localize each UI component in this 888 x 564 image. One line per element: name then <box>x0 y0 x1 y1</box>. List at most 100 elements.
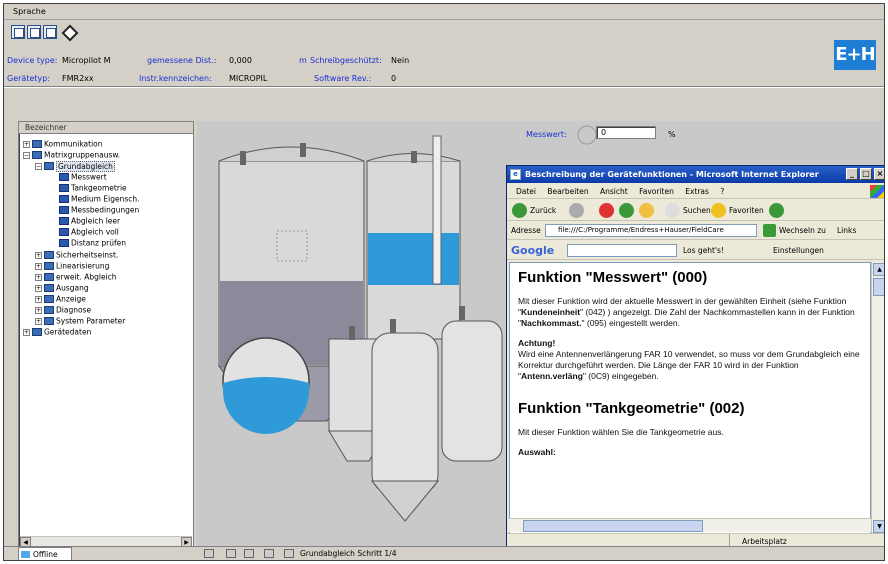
favorites-star-icon[interactable] <box>711 203 726 218</box>
menu-ansicht[interactable]: Ansicht <box>600 187 628 196</box>
search-icon[interactable] <box>665 203 680 218</box>
tree-item-erweit-abgleich[interactable]: + erweit. Abgleich <box>35 271 117 282</box>
diamond-icon[interactable] <box>61 25 75 39</box>
tree-item-medium-eigensch[interactable]: Medium Eigensch. <box>59 193 140 204</box>
folder-icon <box>44 162 54 170</box>
google-toolbar: Google Los geht's! Einstellungen <box>507 241 884 260</box>
minimize-icon[interactable]: _ <box>846 168 858 180</box>
messwert-field[interactable]: 0 <box>596 126 656 139</box>
go-button[interactable]: Wechseln zu <box>779 226 826 235</box>
tank-small-1-radar <box>349 326 355 340</box>
menu-help[interactable]: ? <box>720 187 724 196</box>
expand-icon[interactable]: + <box>35 284 42 292</box>
links-button[interactable]: Links <box>837 226 856 235</box>
forward-arrow-icon[interactable] <box>569 203 584 218</box>
tree-item-distanz-pruefen[interactable]: Distanz prüfen <box>59 237 126 248</box>
list-view-icon[interactable] <box>43 25 57 39</box>
messwert-unit: % <box>668 130 676 139</box>
device-kind-value: FMR2xx <box>62 74 94 83</box>
help-paragraph-4: Auswahl: <box>518 447 556 457</box>
tree-item-diagnose[interactable]: + Diagnose <box>35 304 91 315</box>
home-icon[interactable] <box>639 203 654 218</box>
folder-icon <box>44 251 54 259</box>
expand-icon[interactable]: + <box>35 317 42 325</box>
expand-icon[interactable]: + <box>35 273 42 281</box>
google-go-button[interactable]: Los geht's! <box>683 246 724 255</box>
go-arrow-icon[interactable] <box>763 224 776 237</box>
search-button[interactable]: Suchen <box>683 206 711 215</box>
table-view-icon[interactable] <box>11 25 25 39</box>
refresh-icon[interactable] <box>619 203 634 218</box>
menu-datei[interactable]: Datei <box>516 187 536 196</box>
stop-icon[interactable] <box>599 203 614 218</box>
collapse-icon[interactable]: − <box>23 151 30 159</box>
tree-item-messwert[interactable]: Messwert <box>59 171 107 182</box>
connect-icon[interactable] <box>204 549 214 558</box>
collapse-icon[interactable]: − <box>35 162 42 170</box>
function-icon <box>59 239 69 247</box>
menu-bearbeiten[interactable]: Bearbeiten <box>547 187 588 196</box>
expand-icon[interactable]: + <box>35 306 42 314</box>
tree-item-grundabgleich[interactable]: − Grundabgleich <box>35 160 115 172</box>
folder-icon <box>44 273 54 281</box>
expand-icon[interactable]: + <box>35 262 42 270</box>
help-paragraph-1: Mit dieser Funktion wird der aktuelle Me… <box>518 296 855 328</box>
tree-item-ausgang[interactable]: + Ausgang <box>35 282 89 293</box>
tank-left-radar-1 <box>240 151 246 165</box>
help-vertical-scrollbar[interactable]: ▲ ▼ <box>871 262 884 534</box>
tree-item-geraetedaten[interactable]: + Gerätedaten <box>23 326 91 337</box>
tree-item-tankgeometrie[interactable]: Tankgeometrie <box>59 182 127 193</box>
tank-right-radar <box>411 151 417 163</box>
previous-step-icon[interactable] <box>226 549 236 558</box>
scroll-up-icon[interactable]: ▲ <box>873 263 884 276</box>
magnifier-liquid <box>223 377 309 434</box>
refresh-icon[interactable] <box>264 549 274 558</box>
offline-tab[interactable]: Offline <box>18 547 72 560</box>
expand-icon[interactable]: + <box>23 140 30 148</box>
tree-item-sicherheitseinst[interactable]: + Sicherheitseinst. <box>35 249 118 260</box>
grid-view-icon[interactable] <box>27 25 41 39</box>
tree-item-kommunikation[interactable]: + Kommunikation <box>23 138 103 149</box>
function-icon <box>59 184 69 192</box>
close-icon[interactable]: × <box>874 168 884 180</box>
help-horizontal-scrollbar[interactable] <box>509 518 871 532</box>
menu-favoriten[interactable]: Favoriten <box>639 187 674 196</box>
tree-item-messbedingungen[interactable]: Messbedingungen <box>59 204 139 215</box>
tree-item-linearisierung[interactable]: + Linearisierung <box>35 260 109 271</box>
next-step-icon[interactable] <box>244 549 254 558</box>
tree-item-matrixgruppenausw[interactable]: − Matrixgruppenausw. <box>23 149 120 160</box>
back-button[interactable]: Zurück <box>530 206 556 215</box>
menu-extras[interactable]: Extras <box>685 187 709 196</box>
expand-icon[interactable]: + <box>35 295 42 303</box>
back-arrow-icon[interactable] <box>512 203 527 218</box>
tree-item-anzeige[interactable]: + Anzeige <box>35 293 86 304</box>
favorites-button[interactable]: Favoriten <box>729 206 764 215</box>
menu-sprache[interactable]: Sprache <box>13 7 46 16</box>
scroll-thumb[interactable] <box>873 278 884 296</box>
settings-button[interactable]: Einstellungen <box>773 246 824 255</box>
address-field[interactable]: file:///C:/Programme/Endress+Hauser/Fiel… <box>545 224 757 237</box>
write-protect-label: Schreibgeschützt: <box>310 56 382 65</box>
help-heading-messwert: Funktion "Messwert" (000) <box>518 269 708 286</box>
function-icon <box>59 195 69 203</box>
measured-distance-label: gemessene Dist.: <box>147 56 217 65</box>
expand-icon[interactable]: + <box>23 328 30 336</box>
tree-item-abgleich-voll[interactable]: Abgleich voll <box>59 226 119 237</box>
scroll-down-icon[interactable]: ▼ <box>873 520 884 533</box>
tank-vertical <box>441 320 503 462</box>
offline-icon <box>21 551 30 558</box>
scroll-thumb[interactable] <box>523 520 703 532</box>
instrument-id-value: MICROPIL <box>229 74 268 83</box>
folder-icon <box>44 317 54 325</box>
google-search-field[interactable] <box>567 244 677 257</box>
tank-silo <box>371 332 439 494</box>
tree-item-abgleich-leer[interactable]: Abgleich leer <box>59 215 120 226</box>
expand-icon[interactable]: + <box>35 251 42 259</box>
maximize-icon[interactable]: □ <box>860 168 872 180</box>
tank-silo-cone <box>370 480 440 522</box>
tree-item-system-parameter[interactable]: + System Parameter <box>35 315 125 326</box>
step-icon <box>284 549 294 558</box>
function-icon <box>59 217 69 225</box>
help-browser-window: e Beschreibung der Gerätefunktionen - Mi… <box>506 165 884 549</box>
media-icon[interactable] <box>769 203 784 218</box>
